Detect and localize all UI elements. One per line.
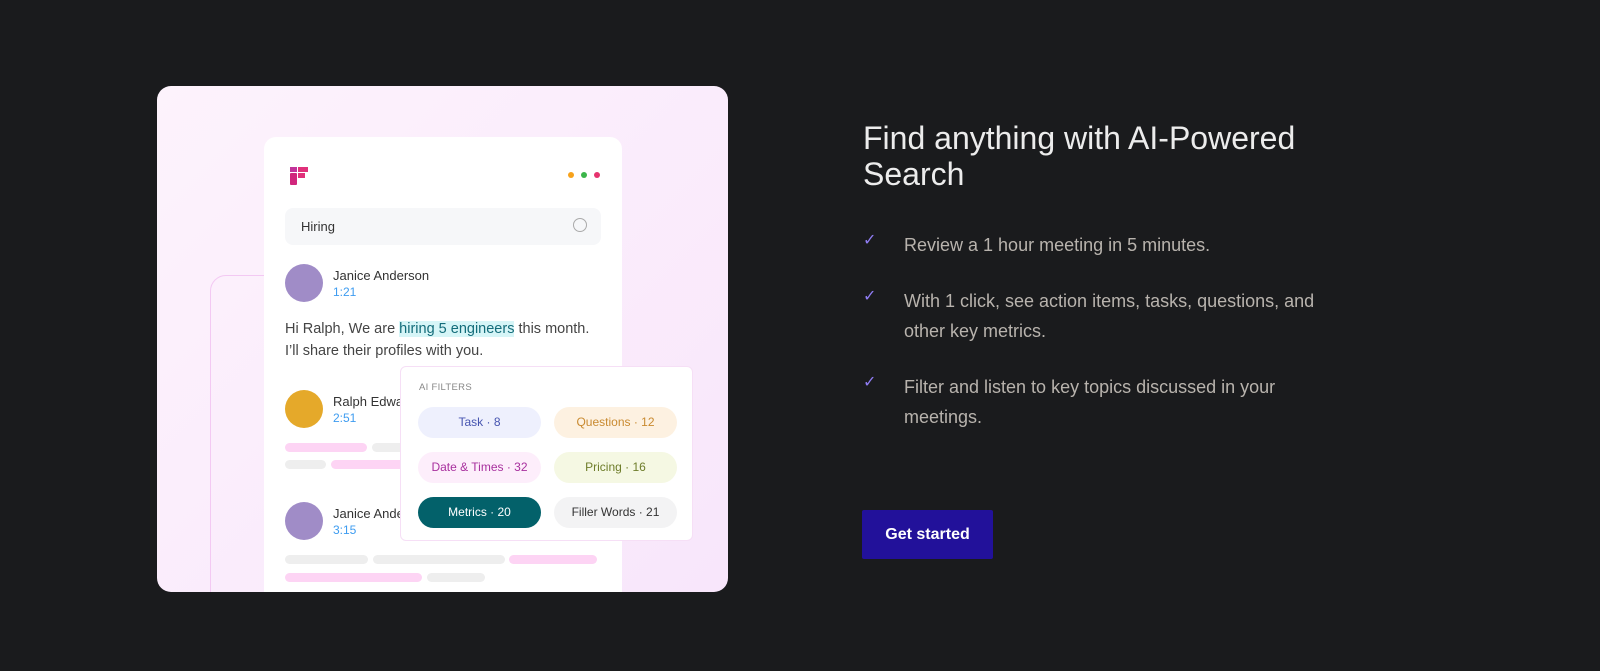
feature-item: ✓ With 1 click, see action items, tasks, … [863, 286, 1333, 346]
check-icon: ✓ [863, 288, 877, 305]
message-author: Janice Anderson [333, 268, 430, 283]
search-highlight: hiring 5 engineers [399, 321, 515, 337]
avatar [285, 502, 323, 540]
placeholder-line [285, 573, 422, 582]
search-icon[interactable] [573, 218, 587, 232]
get-started-button[interactable]: Get started [862, 510, 993, 559]
message-time[interactable]: 3:15 [333, 523, 356, 537]
feature-item: ✓ Filter and listen to key topics discuss… [863, 372, 1333, 432]
placeholder-line [285, 555, 368, 564]
placeholder-line [509, 555, 597, 564]
feature-content: Find anything with AI-Powered Search ✓ Re… [863, 120, 1343, 427]
placeholder-line [285, 460, 326, 469]
filter-chip[interactable]: Date & Times · 32 [418, 452, 541, 483]
check-icon: ✓ [863, 232, 877, 249]
filter-chip[interactable]: Questions · 12 [554, 407, 677, 438]
section-heading: Find anything with AI-Powered Search [863, 120, 1296, 192]
search-value: Hiring [301, 219, 335, 234]
placeholder-line [331, 460, 411, 469]
search-input[interactable]: Hiring [285, 208, 601, 245]
window-dots [568, 172, 600, 178]
feature-item: ✓ Review a 1 hour meeting in 5 minutes. [863, 230, 1333, 260]
avatar [285, 264, 323, 302]
filter-chip[interactable]: Filler Words · 21 [554, 497, 677, 528]
message-time[interactable]: 2:51 [333, 411, 356, 425]
filters-title: AI FILTERS [419, 382, 472, 393]
placeholder-line [285, 443, 367, 452]
feature-illustration: Hiring Janice Anderson 1:21 Hi Ralph, We… [157, 86, 728, 592]
message-author: Janice Ande [333, 506, 404, 521]
filter-chip[interactable]: Task · 8 [418, 407, 541, 438]
message-time[interactable]: 1:21 [333, 285, 356, 299]
filter-chip[interactable]: Pricing · 16 [554, 452, 677, 483]
message-author: Ralph Edwa [333, 394, 404, 409]
ai-filters-panel: AI FILTERS Task · 8 Questions · 12 Date & … [400, 366, 693, 541]
check-icon: ✓ [863, 374, 877, 391]
avatar [285, 390, 323, 428]
placeholder-line [373, 555, 505, 564]
message-text: Hi Ralph, We are hiring 5 engineers this… [285, 321, 590, 359]
app-logo-icon [290, 167, 308, 185]
placeholder-line [427, 573, 485, 582]
filter-chip[interactable]: Metrics · 20 [418, 497, 541, 528]
